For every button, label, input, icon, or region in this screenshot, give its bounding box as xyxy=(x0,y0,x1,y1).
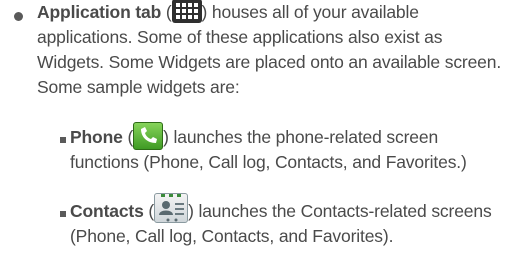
app-grid-icon xyxy=(171,0,202,24)
sub-bullet xyxy=(60,211,66,217)
open-paren: ( xyxy=(122,127,134,147)
phone-paragraph: Phone () launches the phone-related scre… xyxy=(70,122,508,175)
sub-bullet xyxy=(60,137,66,143)
open-paren: ( xyxy=(143,201,155,221)
application-tab-title: Application tab xyxy=(37,2,162,22)
open-paren: ( xyxy=(161,2,172,22)
contacts-paragraph: Contacts () launches the Contacts-relate… xyxy=(70,193,508,249)
bullet-dot xyxy=(14,12,23,21)
phone-handset-icon xyxy=(133,122,164,151)
application-tab-paragraph: Application tab () houses all of your av… xyxy=(37,0,507,100)
contacts-title: Contacts xyxy=(70,201,144,221)
contacts-card-icon xyxy=(154,193,189,224)
phone-title: Phone xyxy=(70,127,123,147)
document-page: Application tab () houses all of your av… xyxy=(0,0,510,260)
